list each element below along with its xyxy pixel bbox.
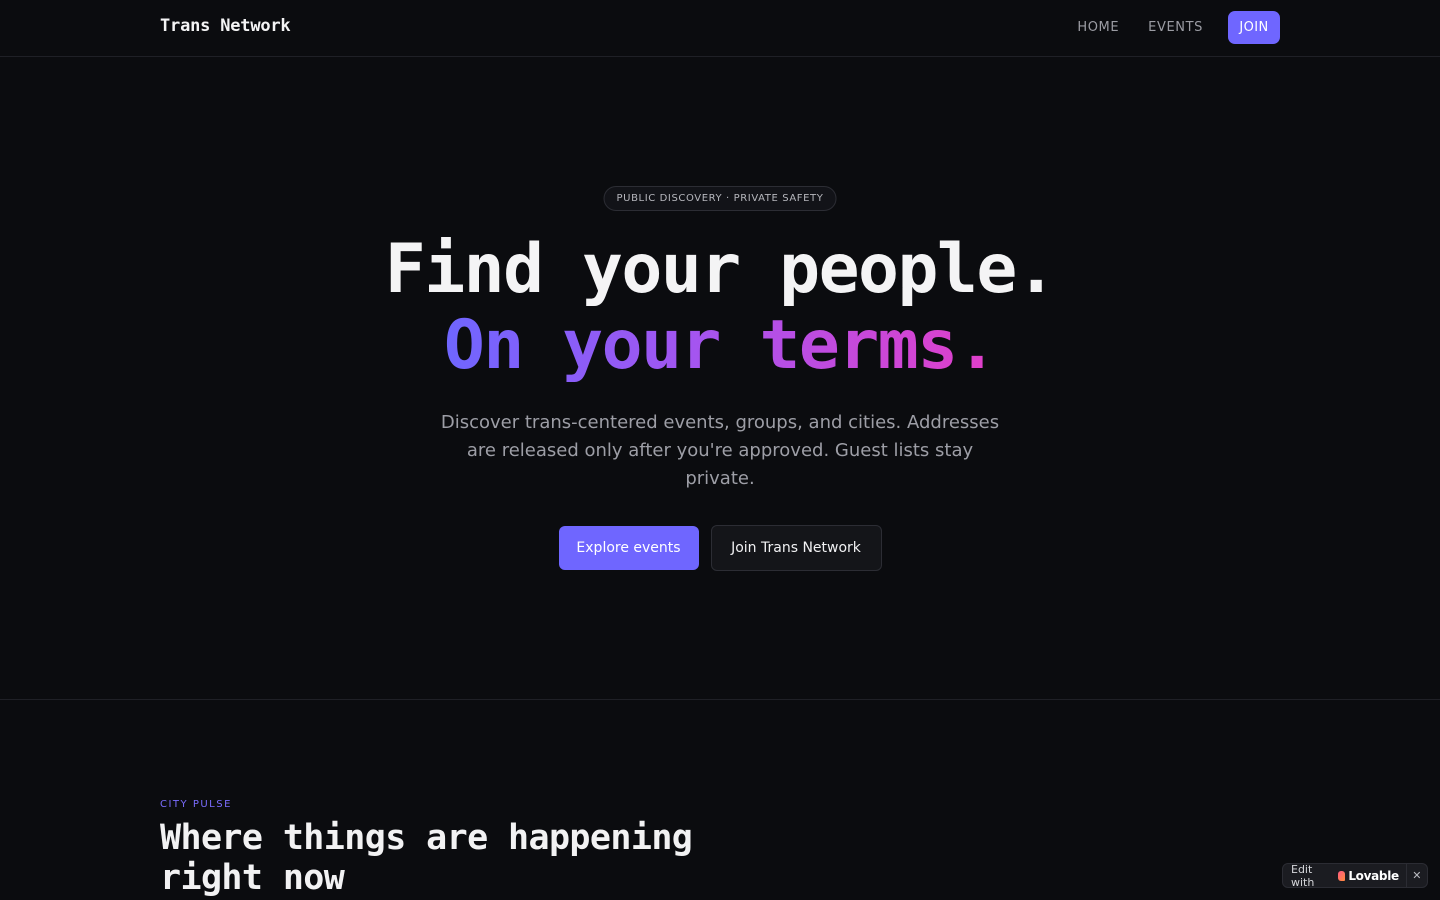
join-network-button[interactable]: Join Trans Network [710,525,882,571]
explore-events-button[interactable]: Explore events [558,526,699,570]
badge-brand-text: Lovable [1348,868,1399,883]
brand-logo-text[interactable]: Trans Network [160,16,291,36]
main-nav: HOME EVENTS JOIN [1077,11,1280,44]
nav-link-events[interactable]: EVENTS [1148,20,1203,35]
edit-with-lovable-badge[interactable]: Edit with Lovable ✕ [1282,862,1428,889]
lovable-heart-icon [1337,870,1346,881]
nav-link-home[interactable]: HOME [1077,20,1119,35]
top-navigation-bar: Trans Network HOME EVENTS JOIN [0,0,1440,57]
hero-headline-line-1: Find your people. [384,230,1057,309]
badge-prefix-text: Edit with [1291,862,1315,889]
hero-tagline-pill: PUBLIC DISCOVERY · PRIVATE SAFETY [603,186,837,211]
hero-headline-line-2: On your terms. [443,306,998,385]
close-icon[interactable]: ✕ [1407,864,1427,887]
nav-join-button[interactable]: JOIN [1228,11,1280,44]
hero-section: PUBLIC DISCOVERY · PRIVATE SAFETY Find y… [0,57,1440,700]
hero-description: Discover trans-centered events, groups, … [440,412,1000,489]
hero-cta-row: Explore events Join Trans Network [0,525,1440,571]
city-pulse-title: Where things are happening right now [160,818,693,898]
hero-headline: Find your people. On your terms. [0,232,1440,384]
city-pulse-eyebrow: CITY PULSE [160,799,232,810]
